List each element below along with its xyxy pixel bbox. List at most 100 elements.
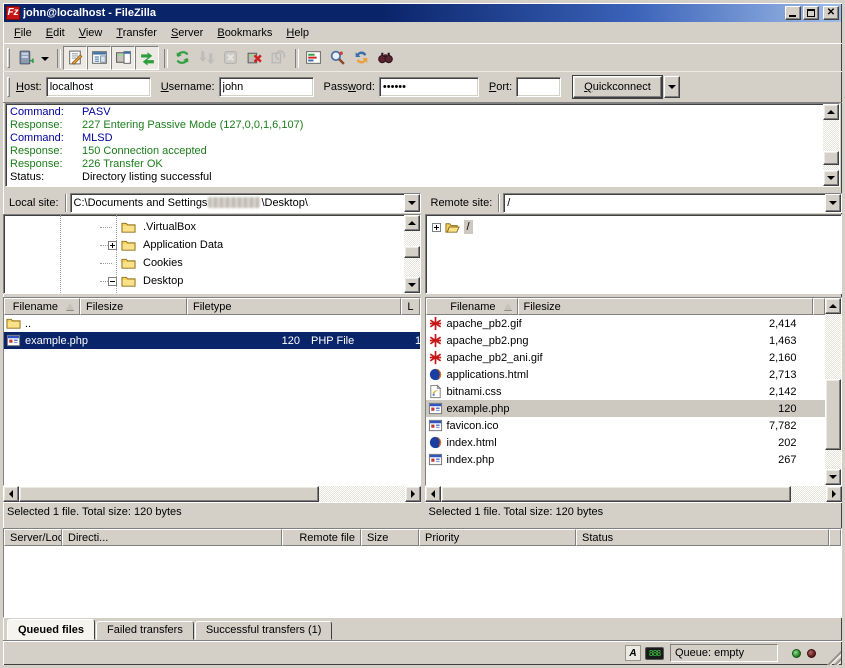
scroll-thumb[interactable] <box>404 246 420 258</box>
scroll-thumb[interactable] <box>823 151 839 165</box>
scroll-left-button[interactable] <box>425 486 441 502</box>
column-header[interactable]: L <box>401 298 419 315</box>
file-row[interactable]: index.php 267 <box>426 451 826 468</box>
local-site-dropdown-button[interactable] <box>404 194 420 212</box>
tree-expander[interactable] <box>108 277 117 286</box>
log-line: Command:MLSD <box>10 132 823 145</box>
file-row[interactable]: favicon.ico 7,782 <box>426 417 826 434</box>
file-row[interactable]: index.html 202 <box>426 434 826 451</box>
scroll-thumb[interactable] <box>441 486 791 502</box>
process-queue-icon[interactable] <box>194 46 218 70</box>
column-header[interactable] <box>813 298 825 315</box>
cancel-icon[interactable] <box>218 46 242 70</box>
log-line-text: 226 Transfer OK <box>82 158 163 170</box>
scroll-up-button[interactable] <box>823 104 839 120</box>
transfer-queue-toggle-icon[interactable] <box>135 46 159 70</box>
reconnect-icon[interactable] <box>266 46 290 70</box>
password-input[interactable] <box>379 77 479 97</box>
local-site-combo[interactable]: C:\Documents and Settings\Desktop\ <box>70 193 421 213</box>
scroll-down-button[interactable] <box>823 170 839 186</box>
maximize-button[interactable] <box>803 6 819 20</box>
scroll-thumb[interactable] <box>825 379 841 450</box>
menu-item[interactable]: Server <box>164 25 210 41</box>
file-row[interactable]: applications.html 2,713 <box>426 366 826 383</box>
scroll-up-button[interactable] <box>825 298 841 314</box>
local-horizontal-scrollbar[interactable] <box>3 486 421 502</box>
queue-column-header[interactable]: Priority <box>419 529 576 546</box>
close-button[interactable]: ✕ <box>823 6 839 20</box>
tree-item[interactable]: .VirtualBox <box>4 218 404 236</box>
scroll-up-button[interactable] <box>404 215 420 231</box>
menu-item[interactable]: View <box>72 25 110 41</box>
tree-item[interactable]: / <box>426 218 842 236</box>
status-bar: A 888 Queue: empty <box>3 640 842 665</box>
log-line-type: Response: <box>10 158 82 171</box>
queue-tab[interactable]: Failed transfers <box>96 621 194 640</box>
file-row[interactable]: apache_pb2_ani.gif 2,160 <box>426 349 826 366</box>
column-header[interactable]: Filetype <box>187 298 401 315</box>
remote-site-combo[interactable]: / <box>503 193 842 213</box>
window-resize-grip[interactable] <box>826 650 841 665</box>
queue-column-header[interactable]: Server/Local file <box>4 529 62 546</box>
synchronized-browsing-icon[interactable] <box>349 46 373 70</box>
local-tree-scrollbar[interactable] <box>404 215 420 293</box>
remote-horizontal-scrollbar[interactable] <box>425 486 843 502</box>
column-header[interactable]: Filename <box>426 298 518 315</box>
tree-item[interactable]: Desktop <box>4 272 404 290</box>
local-tree-toggle-icon[interactable] <box>87 46 111 70</box>
remote-site-dropdown-button[interactable] <box>825 194 841 212</box>
scroll-thumb[interactable] <box>19 486 319 502</box>
port-input[interactable] <box>516 77 561 97</box>
menu-item[interactable]: Transfer <box>109 25 164 41</box>
quickconnect-bar: Host: Username: Password: Port: Quickcon… <box>3 71 842 102</box>
refresh-icon[interactable] <box>170 46 194 70</box>
file-row[interactable]: apache_pb2.png 1,463 <box>426 332 826 349</box>
column-header[interactable]: Filename <box>4 298 80 315</box>
quickconnect-dropdown-button[interactable] <box>664 76 680 98</box>
file-row[interactable]: .. <box>4 315 420 332</box>
column-header[interactable]: Filesize <box>80 298 187 315</box>
site-manager-icon[interactable] <box>14 46 38 70</box>
host-input[interactable] <box>46 77 151 97</box>
file-row[interactable]: bitnami.css 2,142 <box>426 383 826 400</box>
column-header[interactable]: Filesize <box>518 298 814 315</box>
queue-column-header[interactable]: Size <box>361 529 419 546</box>
file-row[interactable]: example.php 120 <box>426 400 826 417</box>
menu-item[interactable]: Help <box>279 25 316 41</box>
queue-tab[interactable]: Queued files <box>7 619 95 640</box>
minimize-button[interactable] <box>785 6 801 20</box>
tree-expander[interactable] <box>108 241 117 250</box>
scroll-down-button[interactable] <box>825 469 841 485</box>
file-row[interactable]: apache_pb2.gif 2,414 <box>426 315 826 332</box>
tree-item[interactable]: Cookies <box>4 254 404 272</box>
folder-icon <box>121 238 136 253</box>
message-log: Command:PASV Response:227 Entering Passi… <box>5 103 840 187</box>
scroll-down-button[interactable] <box>404 277 420 293</box>
folder-icon <box>121 274 136 289</box>
queue-column-header[interactable] <box>829 529 841 546</box>
remote-list-scrollbar[interactable] <box>825 298 841 485</box>
scroll-right-button[interactable] <box>405 486 421 502</box>
disconnect-icon[interactable] <box>242 46 266 70</box>
message-log-toggle-icon[interactable] <box>63 46 87 70</box>
queue-column-header[interactable]: Status <box>576 529 829 546</box>
menu-item[interactable]: Edit <box>39 25 72 41</box>
directory-comparison-icon[interactable] <box>301 46 325 70</box>
quickconnect-button[interactable]: Quickconnect <box>573 76 662 98</box>
queue-column-header[interactable]: Directi... <box>62 529 282 546</box>
filter-icon[interactable] <box>373 46 397 70</box>
scroll-left-button[interactable] <box>3 486 19 502</box>
tree-item[interactable]: Application Data <box>4 236 404 254</box>
remote-tree-toggle-icon[interactable] <box>111 46 135 70</box>
queue-column-header[interactable]: Remote file <box>282 529 361 546</box>
log-scrollbar[interactable] <box>823 104 839 186</box>
find-files-icon[interactable] <box>325 46 349 70</box>
apache-feather-icon <box>428 333 443 348</box>
menu-item[interactable]: Bookmarks <box>210 25 279 41</box>
scroll-right-button[interactable] <box>826 486 842 502</box>
tree-expander[interactable] <box>432 223 441 232</box>
username-input[interactable] <box>219 77 314 97</box>
queue-tab[interactable]: Successful transfers (1) <box>195 621 333 640</box>
menu-item[interactable]: File <box>7 25 39 41</box>
file-row[interactable]: example.php 120 PHP File 1 <box>4 332 420 349</box>
